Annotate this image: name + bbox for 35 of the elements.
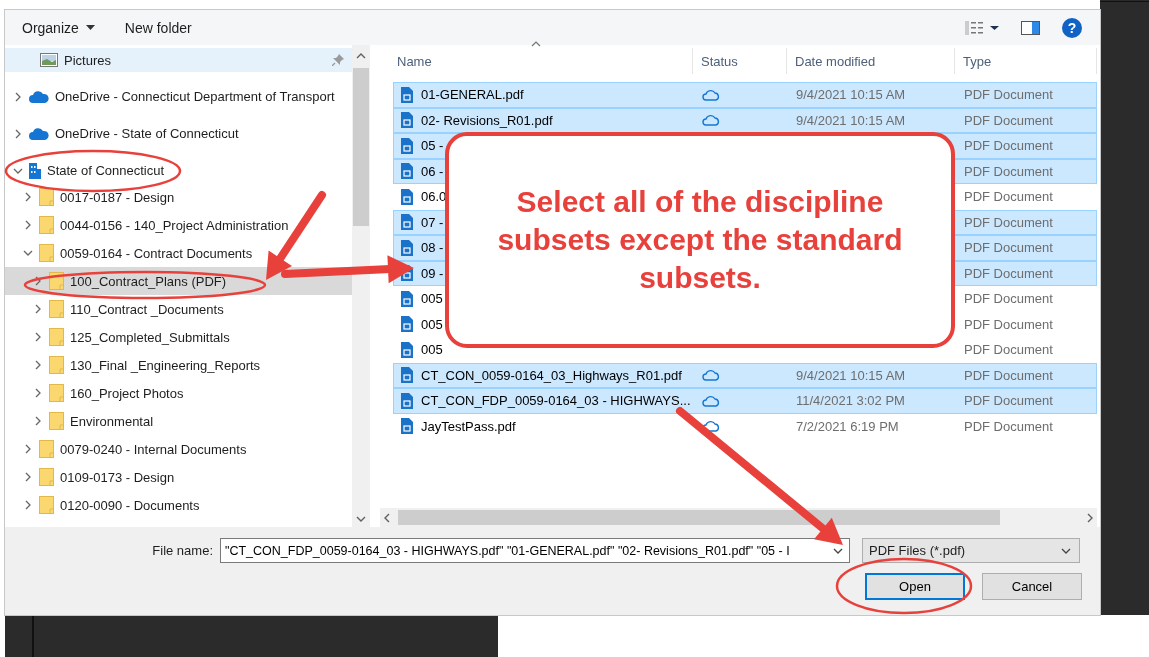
file-type: PDF Document: [964, 393, 1053, 409]
file-name: 005: [421, 316, 443, 332]
file-name: 07 -: [421, 214, 444, 230]
file-name: 06.0: [421, 189, 447, 205]
file-type: PDF Document: [964, 240, 1053, 256]
date-modified: 9/4/2021 10:15 AM: [796, 87, 906, 103]
file-name: 09 -: [421, 265, 444, 281]
file-name: CT_CON_0059-0164_03_Highways_R01.pdf: [421, 367, 682, 383]
date-modified: 9/4/2021 10:15 AM: [796, 367, 906, 383]
file-type: PDF Document: [964, 367, 1053, 383]
file-type: PDF Document: [964, 214, 1053, 230]
file-name: 005: [421, 342, 443, 358]
file-type: PDF Document: [964, 265, 1053, 281]
file-type: PDF Document: [964, 189, 1053, 205]
file-name: 02- Revisions_R01.pdf: [421, 112, 553, 128]
date-modified: 11/4/2021 3:02 PM: [796, 393, 905, 409]
file-type: PDF Document: [964, 342, 1053, 358]
file-type: PDF Document: [964, 291, 1053, 307]
file-type: PDF Document: [964, 87, 1053, 103]
file-type: PDF Document: [964, 316, 1053, 332]
date-modified: 9/4/2021 10:15 AM: [796, 112, 906, 128]
date-modified: 7/2/2021 6:19 PM: [796, 418, 899, 434]
file-name: 05 -: [421, 138, 444, 154]
file-type: PDF Document: [964, 138, 1053, 154]
file-name-label: File name:: [151, 543, 213, 558]
file-name: 08 -: [421, 240, 444, 256]
callout-text: Select all of the discipline subsets except the standard subsets.: [496, 184, 904, 296]
file-type: PDF Document: [964, 163, 1053, 179]
file-name: JayTestPass.pdf: [421, 418, 516, 434]
file-name: 06 -: [421, 163, 444, 179]
file-name: 005: [421, 291, 443, 307]
file-name: CT_CON_FDP_0059-0164_03 - HIGHWAYS...: [421, 393, 691, 409]
file-name: 01-GENERAL.pdf: [421, 87, 524, 103]
file-type: PDF Document: [964, 112, 1053, 128]
file-type: PDF Document: [964, 418, 1053, 434]
